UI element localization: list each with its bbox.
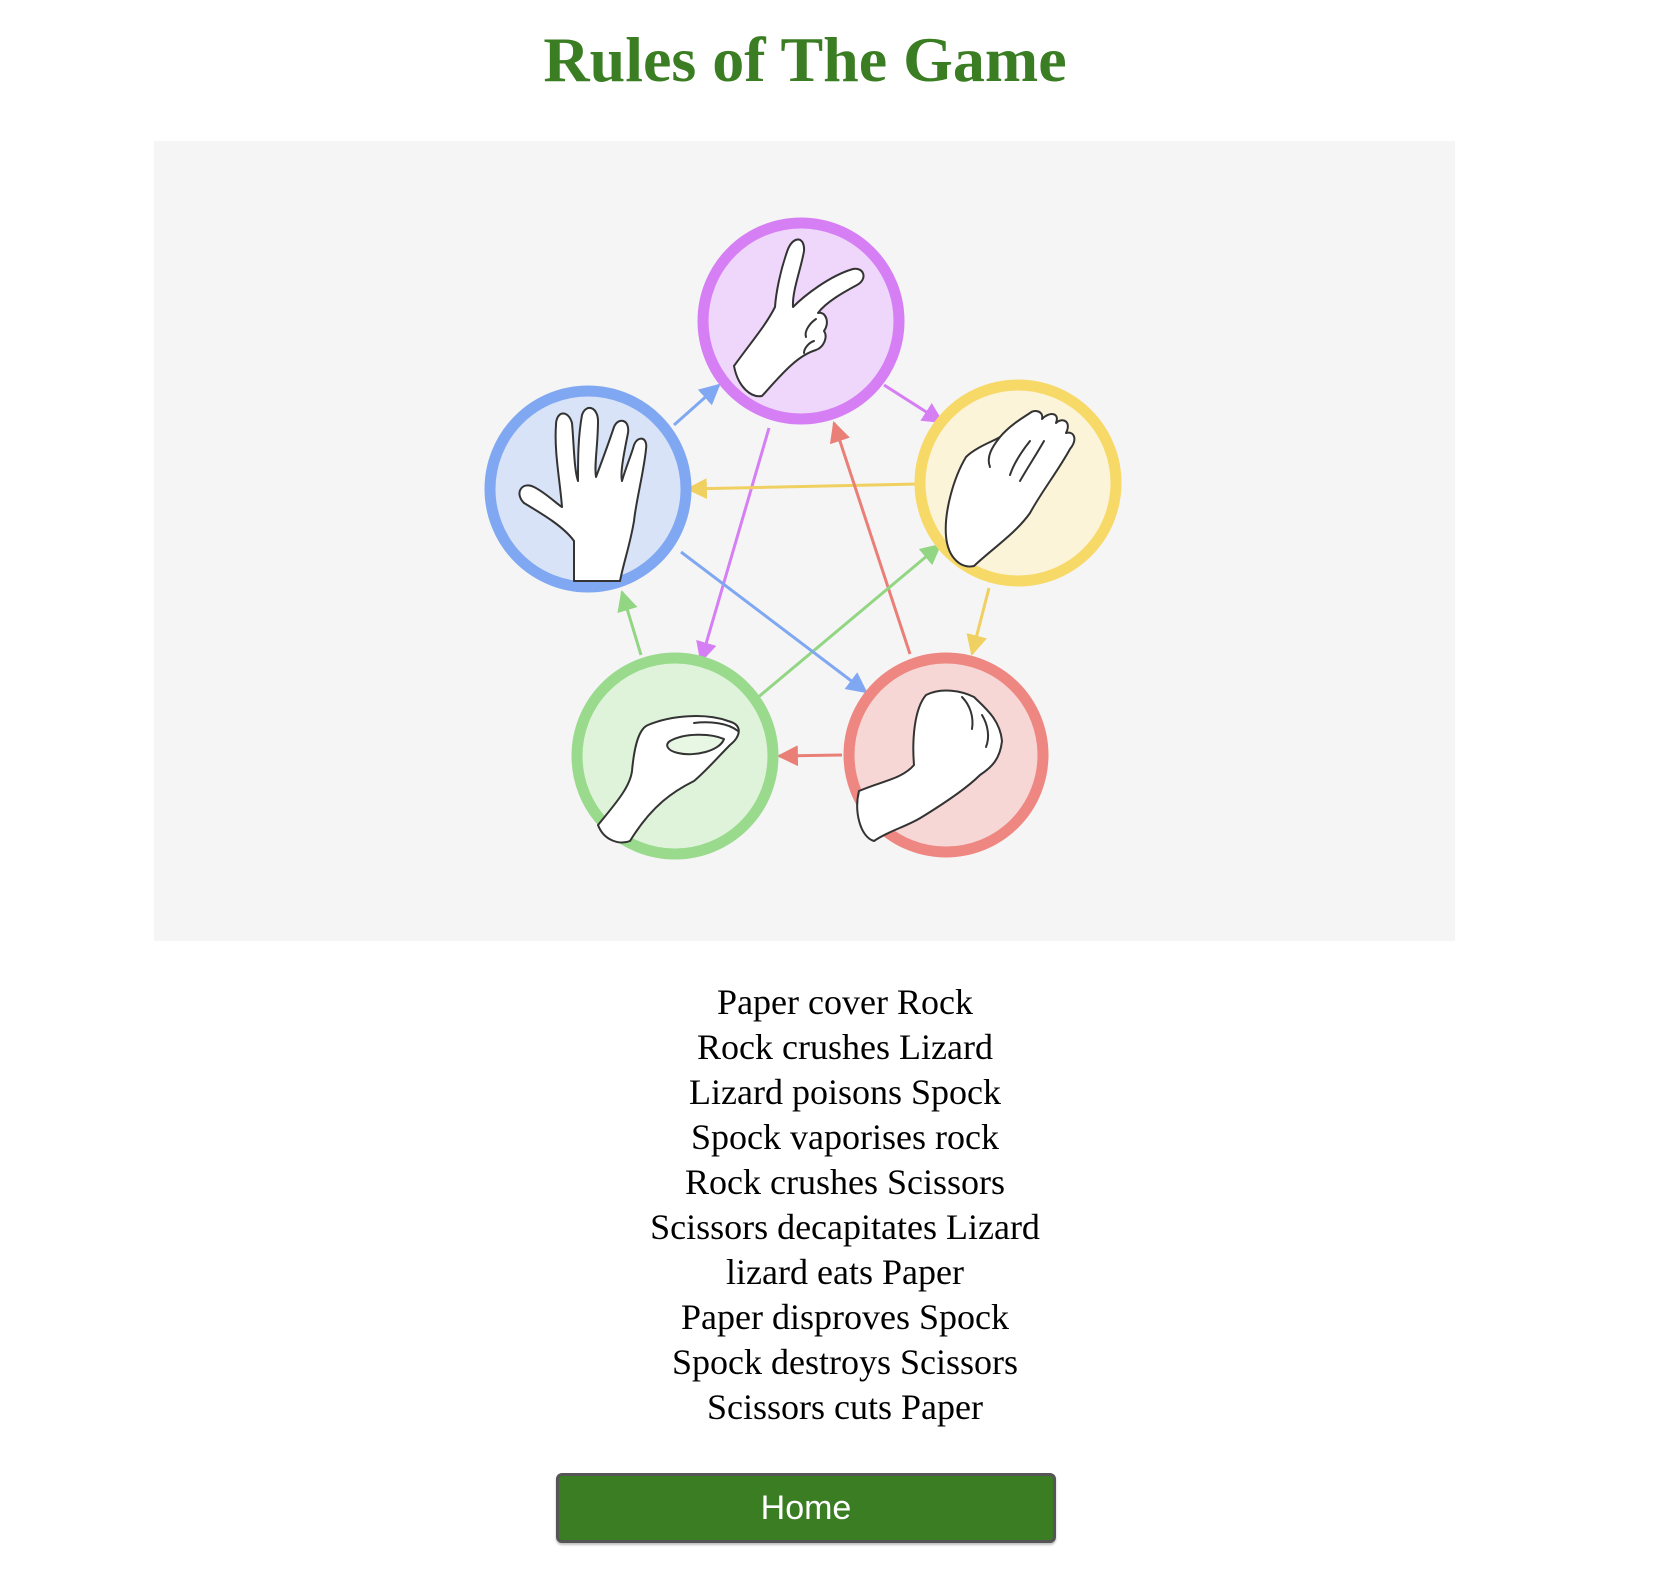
rule-item: Paper disproves Spock bbox=[681, 1297, 1009, 1337]
spock-node bbox=[484, 385, 692, 593]
rule-item: Paper cover Rock bbox=[717, 982, 973, 1022]
arrow-scissors-lizard bbox=[696, 427, 771, 664]
paper-node bbox=[914, 379, 1122, 587]
rule-item: Rock crushes Lizard bbox=[697, 1027, 993, 1067]
rules-diagram bbox=[154, 141, 1455, 941]
arrow-scissors-paper bbox=[883, 383, 944, 424]
arrow-rock-lizard bbox=[776, 745, 843, 767]
arrow-paper-spock bbox=[685, 478, 919, 500]
rule-item: Scissors cuts Paper bbox=[707, 1387, 983, 1427]
rule-item: Scissors decapitates Lizard bbox=[650, 1207, 1040, 1247]
rule-item: Spock vaporises rock bbox=[691, 1117, 999, 1157]
rules-list: Paper cover Rock Rock crushes Lizard Liz… bbox=[0, 980, 1656, 1430]
rule-item: Spock destroys Scissors bbox=[671, 1342, 1018, 1382]
rock-node bbox=[843, 652, 1049, 858]
arrow-rock-scissors bbox=[829, 421, 912, 655]
arrow-lizard-spock bbox=[617, 589, 643, 656]
scissors-node bbox=[697, 217, 905, 425]
rule-item: Lizard poisons Spock bbox=[689, 1072, 1001, 1112]
rule-item: lizard eats Paper bbox=[726, 1252, 964, 1292]
page-title: Rules of The Game bbox=[543, 24, 1067, 95]
lizard-node bbox=[571, 652, 779, 860]
rule-item: Rock crushes Scissors bbox=[685, 1162, 1005, 1202]
arrow-paper-rock bbox=[966, 587, 991, 657]
rules-diagram-svg bbox=[484, 217, 1122, 860]
home-button[interactable]: Home bbox=[556, 1473, 1056, 1543]
arrow-spock-scissors bbox=[673, 383, 721, 427]
